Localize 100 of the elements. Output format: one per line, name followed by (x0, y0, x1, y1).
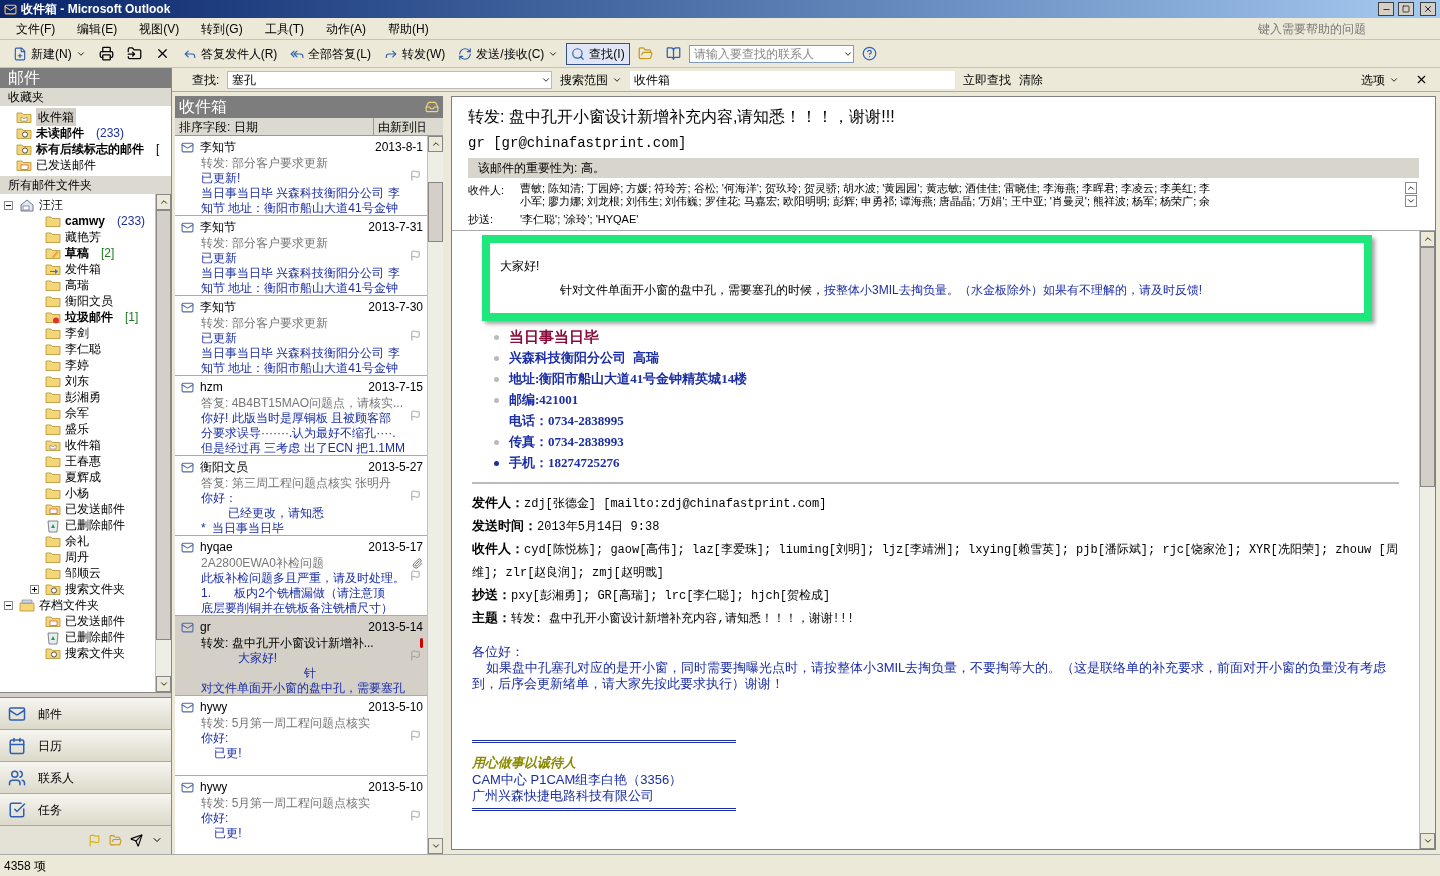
folder-name[interactable]: 彭湘勇 (65, 388, 101, 406)
menu-item[interactable]: 帮助(H) (384, 19, 433, 38)
clear-button[interactable]: 清除 (1019, 70, 1044, 89)
folder-name[interactable]: 草稿 (65, 244, 89, 262)
close-button[interactable] (1420, 2, 1436, 16)
restore-button[interactable] (1398, 2, 1414, 16)
folder-name[interactable]: 李婷 (65, 356, 89, 374)
shortcut-icon[interactable] (130, 833, 143, 847)
sender-name: 李知节 (200, 139, 237, 156)
toolbar-button[interactable]: 全部答复(L) (285, 42, 376, 65)
envelope-icon (181, 300, 194, 314)
scrollbar[interactable] (1419, 230, 1435, 849)
folder-name[interactable]: 余礼 (65, 532, 89, 550)
folder-name[interactable]: 收件箱 (65, 436, 101, 454)
folder-name[interactable]: 已发送邮件 (65, 500, 125, 518)
close-icon[interactable] (1415, 73, 1428, 86)
folder-name[interactable]: 李仁聪 (65, 340, 101, 358)
folder-name[interactable]: 小杨 (65, 484, 89, 502)
sender-name: hyqae (200, 539, 234, 556)
navigation-button[interactable]: 邮件 (0, 698, 171, 730)
navigation-button[interactable]: 日历 (0, 730, 171, 762)
importance-banner: 该邮件的重要性为: 高。 (468, 158, 1419, 178)
sent-folder-icon (45, 501, 61, 517)
folder-name[interactable]: 汪汪 (39, 196, 63, 214)
scrollbar[interactable] (427, 136, 443, 854)
toolbar-button[interactable]: 发送/接收(C) (453, 42, 564, 65)
restore-icon (1402, 5, 1410, 13)
outbox-folder-icon (45, 261, 61, 277)
scrollbar-thumb[interactable] (156, 210, 171, 640)
scroll-down-icon[interactable] (1405, 195, 1417, 207)
menu-item[interactable]: 视图(V) (135, 19, 184, 38)
folder-name[interactable]: 垃圾邮件 (65, 308, 113, 326)
toolbar-button[interactable]: 查找(I) (566, 42, 630, 65)
scroll-up-icon[interactable] (430, 139, 441, 149)
scroll-down-icon[interactable] (158, 679, 169, 689)
folder-name[interactable]: 邹顺云 (65, 564, 101, 582)
menu-item[interactable]: 动作(A) (322, 19, 370, 38)
scrollbar-thumb[interactable] (428, 182, 443, 242)
folder-name[interactable]: 搜索文件夹 (65, 644, 125, 662)
message-item[interactable]: gr 2013-5-14 转发: 盘中孔开小窗设计新增补... 大家好! 针 对文件单面开小窗的盘中孔，需要塞孔 (175, 616, 427, 696)
menu-item[interactable]: 工具(T) (260, 19, 308, 38)
folder-icon (637, 46, 653, 61)
navigation-button[interactable]: 联系人 (0, 762, 171, 794)
folder-name[interactable]: camwy (65, 212, 106, 230)
toolbar-button[interactable]: 新建(N) (8, 42, 91, 65)
folder-name[interactable]: 高瑞 (65, 276, 89, 294)
menu-item[interactable]: 转到(G) (197, 19, 247, 38)
favorite-folder[interactable]: 收件箱 (36, 108, 76, 126)
message-date: 2013-8-1 (374, 139, 423, 156)
sort-field[interactable]: 排序字段: 日期 (175, 117, 373, 136)
email-subject: 转发: 盘中孔开小窗设计新增补充内容,请知悉！！！，谢谢!!! (468, 107, 896, 127)
scrollbar[interactable] (155, 194, 171, 692)
folder-name[interactable]: 周丹 (65, 548, 89, 566)
folder-name[interactable]: 发件箱 (65, 260, 101, 278)
scroll-down-icon[interactable] (430, 841, 441, 851)
minimize-button[interactable] (1378, 2, 1394, 16)
options-button[interactable]: 选项 (1361, 70, 1399, 89)
junk-folder-icon (45, 309, 61, 325)
sent-folder-icon (16, 157, 32, 173)
toolbar-button[interactable]: 转发(W) (379, 42, 451, 65)
recipients-scrollbar[interactable] (1405, 182, 1419, 208)
scope-field[interactable]: 收件箱 (630, 70, 956, 89)
folder-name[interactable]: 夏辉成 (65, 468, 101, 486)
find-now-button[interactable]: 立即查找 (963, 70, 1012, 89)
folder-name[interactable]: 王春惠 (65, 452, 101, 470)
navigation-button[interactable]: 任务 (0, 794, 171, 826)
message-preview: 此板补检问题多且严重，请及时处理。 (200, 571, 405, 586)
folder-name[interactable]: 刘东 (65, 372, 89, 390)
printer-icon (98, 46, 114, 61)
toolbar-button[interactable]: 答复发件人(R) (177, 42, 283, 65)
help-search-field[interactable]: 键入需要帮助的问题 (1258, 19, 1428, 38)
menu-item[interactable]: 编辑(E) (73, 19, 122, 38)
folder-icon (45, 389, 61, 405)
collapse-icon[interactable] (4, 200, 13, 210)
find-field[interactable]: 塞孔 (227, 70, 553, 89)
contact-search-field[interactable]: 请输入要查找的联系人 (688, 44, 854, 63)
folder-name[interactable]: 搜索文件夹 (65, 580, 125, 598)
scroll-down-icon[interactable] (1422, 836, 1433, 846)
favorite-folder[interactable]: 标有后续标志的邮件 (36, 140, 144, 158)
message-subject: 答复: 第三周工程问题点核实 张明丹 (201, 475, 392, 492)
folder-name[interactable]: 衡阳文员 (65, 292, 113, 310)
folder-name[interactable]: 藏艳芳 (65, 228, 101, 246)
favorite-folder[interactable]: 未读邮件 (36, 124, 84, 142)
scroll-up-icon[interactable] (1405, 182, 1417, 194)
scroll-up-icon[interactable] (158, 197, 169, 207)
scrollbar-thumb[interactable] (1420, 246, 1435, 487)
menu-item[interactable]: 文件(F) (12, 19, 60, 38)
folder-name[interactable]: 存档文件夹 (39, 596, 99, 614)
folder-name[interactable]: 佘军 (65, 404, 89, 422)
folder-name[interactable]: 盛乐 (65, 420, 89, 438)
favorite-folder[interactable]: 已发送邮件 (36, 156, 96, 174)
folder-name[interactable]: 已删除邮件 (65, 628, 125, 646)
folder-name[interactable]: 已删除邮件 (65, 516, 125, 534)
folder-name[interactable]: 已发送邮件 (65, 612, 125, 630)
folder-name[interactable]: 李剑 (65, 324, 89, 342)
sort-order[interactable]: 由新到旧 (373, 117, 443, 136)
search-scope-button[interactable]: 搜索范围 (560, 70, 623, 89)
expand-icon[interactable] (30, 584, 39, 594)
section-title: 所有邮件文件夹 (8, 177, 92, 194)
collapse-icon[interactable] (4, 600, 13, 610)
